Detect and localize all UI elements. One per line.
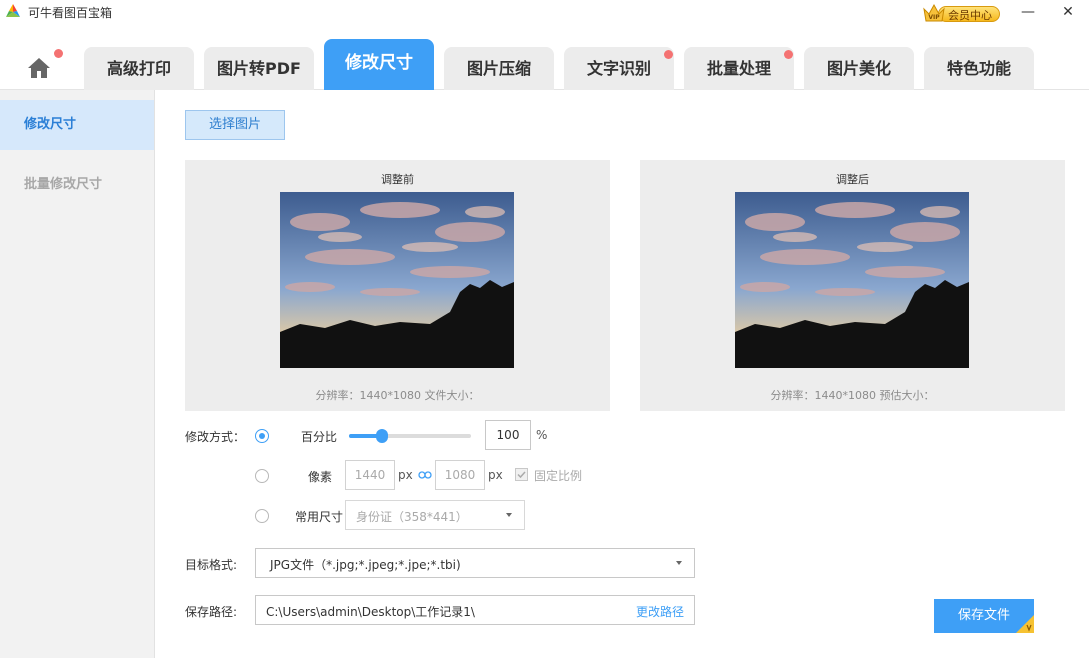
save-file-label: 保存文件 xyxy=(957,608,1010,623)
title-bar: 可牛看图百宝箱 VIP 会员中心 — ✕ xyxy=(0,0,1089,24)
vip-center-button[interactable]: VIP 会员中心 xyxy=(922,2,1000,24)
tab-label: 批量处理 xyxy=(706,59,771,78)
app-title: 可牛看图百宝箱 xyxy=(28,6,113,20)
height-input[interactable]: 1080 xyxy=(435,460,485,490)
change-path-link[interactable]: 更改路径 xyxy=(636,603,684,620)
preview-after-title: 调整后 xyxy=(836,173,869,186)
width-input[interactable]: 1440 xyxy=(345,460,395,490)
vip-badge-text: VIP xyxy=(928,14,940,21)
tab-ocr[interactable]: 文字识别 xyxy=(564,47,674,90)
tab-compress[interactable]: 图片压缩 xyxy=(444,47,554,90)
vip-crown-icon: VIP xyxy=(923,3,945,22)
save-file-button[interactable]: 保存文件 xyxy=(934,599,1034,633)
vip-corner-icon xyxy=(1016,615,1034,633)
percent-input[interactable]: 100 xyxy=(485,420,531,450)
sidebar: 修改尺寸 批量修改尺寸 xyxy=(0,90,155,658)
tab-label: 高级打印 xyxy=(106,59,171,78)
select-image-button[interactable]: 选择图片 xyxy=(185,110,285,140)
height-unit: px xyxy=(488,468,503,482)
preview-before: 调整前 分辨率：1440*1080 文件大小： xyxy=(185,160,610,411)
save-path-field[interactable]: C:\Users\admin\Desktop\工作记录1\ 更改路径 xyxy=(255,595,695,625)
chevron-down-icon xyxy=(676,561,682,565)
minimize-button[interactable]: — xyxy=(1014,2,1042,22)
app-logo-icon xyxy=(6,4,20,17)
pixel-label: 像素 xyxy=(308,470,333,484)
preview-before-title: 调整前 xyxy=(381,173,414,186)
tab-features[interactable]: 特色功能 xyxy=(924,47,1034,90)
preview-after: 调整后 分辨率：1440*1080 预估大小： xyxy=(640,160,1065,411)
format-label: 目标格式: xyxy=(185,558,238,572)
tab-label: 图片转PDF xyxy=(217,59,301,78)
home-notify-dot xyxy=(54,49,63,58)
chevron-down-icon xyxy=(506,513,512,517)
preset-label: 常用尺寸 xyxy=(295,510,344,524)
tab-label: 图片压缩 xyxy=(466,59,531,78)
ocr-notify-dot xyxy=(664,50,673,59)
preview-after-info: 分辨率：1440*1080 预估大小： xyxy=(770,389,935,402)
lock-ratio-checkbox[interactable] xyxy=(515,468,528,481)
preset-dropdown[interactable]: 身份证（358*441） xyxy=(345,500,525,530)
mode-label: 修改方式： xyxy=(185,430,246,444)
tab-label: 特色功能 xyxy=(946,59,1011,78)
home-icon xyxy=(28,58,50,78)
batch-notify-dot xyxy=(784,50,793,59)
percent-radio[interactable] xyxy=(255,429,269,443)
percent-slider-thumb[interactable] xyxy=(376,429,388,443)
tab-advanced-print[interactable]: 高级打印 xyxy=(84,47,194,90)
close-button[interactable]: ✕ xyxy=(1054,2,1082,22)
percent-unit: % xyxy=(536,428,548,442)
tab-image-to-pdf[interactable]: 图片转PDF xyxy=(204,47,314,90)
preset-radio[interactable] xyxy=(255,509,269,523)
tab-batch[interactable]: 批量处理 xyxy=(684,47,794,90)
sidebar-item-batch-resize[interactable]: 批量修改尺寸 xyxy=(0,160,154,210)
link-ratio-icon[interactable] xyxy=(418,470,432,480)
preview-after-image xyxy=(735,192,969,368)
tab-label: 图片美化 xyxy=(826,59,891,78)
preset-value: 身份证（358*441） xyxy=(356,510,468,524)
format-dropdown[interactable]: JPG文件（*.jpg;*.jpeg;*.jpe;*.tbi) xyxy=(255,548,695,578)
path-label: 保存路径: xyxy=(185,605,238,619)
vip-label: 会员中心 xyxy=(948,9,992,22)
tab-bar: 高级打印 图片转PDF 修改尺寸 图片压缩 文字识别 批量处理 图片美化 特色功… xyxy=(0,36,1089,90)
tab-beautify[interactable]: 图片美化 xyxy=(804,47,914,90)
tab-label: 修改尺寸 xyxy=(345,53,413,73)
pixel-radio[interactable] xyxy=(255,469,269,483)
percent-label: 百分比 xyxy=(301,430,338,444)
lock-ratio-label: 固定比例 xyxy=(534,469,583,483)
preview-before-image xyxy=(280,192,514,368)
percent-slider[interactable] xyxy=(349,429,471,443)
save-path-value: C:\Users\admin\Desktop\工作记录1\ xyxy=(266,605,475,619)
home-button[interactable] xyxy=(22,49,63,82)
preview-before-info: 分辨率：1440*1080 文件大小： xyxy=(315,389,480,402)
check-icon xyxy=(517,471,526,479)
format-value: JPG文件（*.jpg;*.jpeg;*.jpe;*.tbi) xyxy=(270,558,461,572)
width-unit: px xyxy=(398,468,413,482)
sidebar-item-resize[interactable]: 修改尺寸 xyxy=(0,100,154,150)
tab-label: 文字识别 xyxy=(586,59,651,78)
tab-resize[interactable]: 修改尺寸 xyxy=(324,39,434,90)
